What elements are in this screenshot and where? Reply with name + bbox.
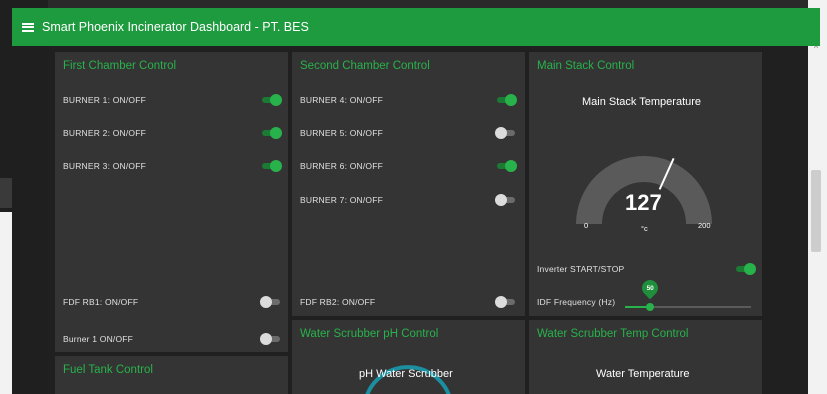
main-stack-gauge-title: Main Stack Temperature — [582, 96, 702, 108]
idf-row: IDF Frequency (Hz) — [537, 295, 615, 309]
fdf-rb1-label: FDF RB1: ON/OFF — [63, 297, 139, 307]
app-header: Smart Phoenix Incinerator Dashboard - PT… — [12, 8, 820, 46]
burner-1-toggle[interactable] — [260, 94, 282, 106]
background-window-panel — [0, 212, 12, 394]
burner-2-row: BURNER 2: ON/OFF — [63, 126, 146, 140]
second-chamber-card: Second Chamber Control BURNER 4: ON/OFF … — [292, 52, 525, 316]
inverter-row: Inverter START/STOP — [537, 262, 624, 276]
burner-6-label: BURNER 6: ON/OFF — [300, 161, 384, 171]
scrollbar-thumb[interactable] — [811, 170, 821, 252]
burner-5-toggle[interactable] — [495, 127, 517, 139]
water-ph-card: Water Scrubber pH Control pH Water Scrub… — [292, 320, 525, 394]
burner-6-toggle[interactable] — [495, 160, 517, 172]
hamburger-menu-icon[interactable] — [22, 22, 34, 32]
burner-1-label: BURNER 1: ON/OFF — [63, 95, 147, 105]
burner-1-alt-row: Burner 1 ON/OFF — [63, 332, 133, 346]
burner-5-row: BURNER 5: ON/OFF — [300, 126, 383, 140]
inverter-toggle[interactable] — [734, 263, 756, 275]
fdf-rb2-row: FDF RB2: ON/OFF — [300, 295, 375, 309]
burner-3-row: BURNER 3: ON/OFF — [63, 159, 146, 173]
idf-slider-value: 50 — [646, 285, 654, 292]
fuel-tank-card: Fuel Tank Control — [55, 356, 288, 394]
gauge-unit: °c — [641, 224, 648, 233]
background-window-strip — [0, 178, 12, 208]
burner-7-row: BURNER 7: ON/OFF — [300, 193, 383, 207]
burner-2-label: BURNER 2: ON/OFF — [63, 128, 147, 138]
gauge-min: 0 — [584, 221, 589, 230]
card-title: Water Scrubber pH Control — [300, 328, 439, 340]
water-temp-card: Water Scrubber Temp Control Water Temper… — [529, 320, 762, 394]
burner-4-row: BURNER 4: ON/OFF — [300, 93, 383, 107]
inverter-label: Inverter START/STOP — [537, 264, 625, 274]
idf-label: IDF Frequency (Hz) — [537, 297, 616, 307]
dashboard-content: First Chamber Control BURNER 1: ON/OFF B… — [48, 46, 808, 394]
burner-3-toggle[interactable] — [260, 160, 282, 172]
gauge-max: 200 — [698, 221, 711, 230]
burner-1-alt-toggle[interactable] — [260, 333, 282, 345]
main-stack-card: Main Stack Control Main Stack Temperatur… — [529, 52, 762, 316]
burner-4-label: BURNER 4: ON/OFF — [300, 95, 384, 105]
burner-6-row: BURNER 6: ON/OFF — [300, 159, 383, 173]
idf-slider-thumb[interactable] — [646, 303, 655, 311]
fdf-rb1-toggle[interactable] — [260, 296, 282, 308]
app-title: Smart Phoenix Incinerator Dashboard - PT… — [42, 20, 309, 34]
burner-1-alt-label: Burner 1 ON/OFF — [63, 334, 134, 344]
first-chamber-card: First Chamber Control BURNER 1: ON/OFF B… — [55, 52, 288, 352]
fdf-rb2-label: FDF RB2: ON/OFF — [300, 297, 376, 307]
card-title: Water Scrubber Temp Control — [537, 328, 689, 340]
card-title: Fuel Tank Control — [63, 364, 153, 376]
burner-7-label: BURNER 7: ON/OFF — [300, 195, 384, 205]
burner-2-toggle[interactable] — [260, 127, 282, 139]
fdf-rb2-toggle[interactable] — [495, 296, 517, 308]
water-temp-gauge-title: Water Temperature — [596, 368, 690, 380]
burner-7-toggle[interactable] — [495, 194, 517, 206]
burner-5-label: BURNER 5: ON/OFF — [300, 128, 384, 138]
card-title: First Chamber Control — [63, 60, 177, 72]
gauge-value: 127 — [625, 190, 662, 215]
burner-1-row: BURNER 1: ON/OFF — [63, 93, 146, 107]
card-title: Second Chamber Control — [300, 60, 430, 72]
burner-3-label: BURNER 3: ON/OFF — [63, 161, 147, 171]
fdf-rb1-row: FDF RB1: ON/OFF — [63, 295, 138, 309]
card-title: Main Stack Control — [537, 60, 635, 72]
ph-gauge-title: pH Water Scrubber — [359, 368, 453, 380]
burner-4-toggle[interactable] — [495, 94, 517, 106]
